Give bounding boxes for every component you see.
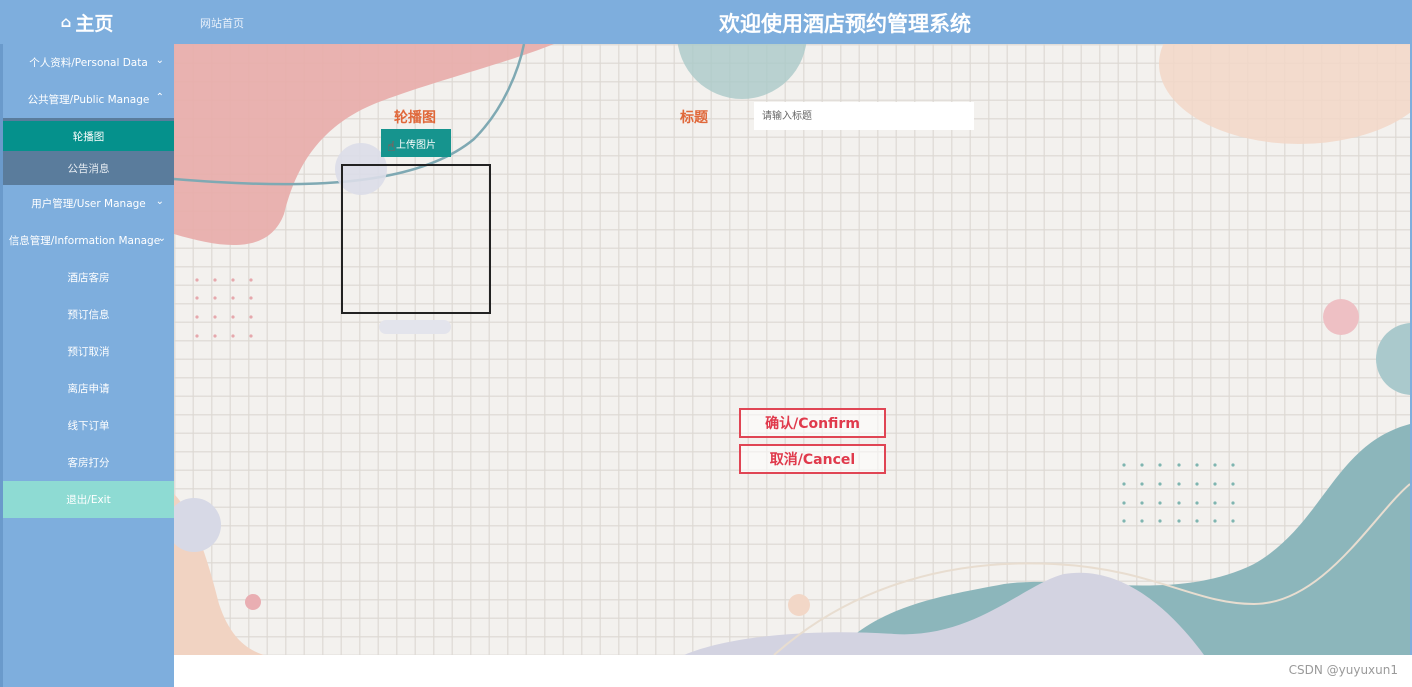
- sidebar-item-public-manage[interactable]: 公共管理/Public Manage ⌃: [3, 81, 174, 118]
- top-header: ⌂ 主页 网站首页 欢迎使用酒店预约管理系统: [0, 0, 1412, 44]
- sidebar-item-announcements[interactable]: 公告消息: [3, 151, 174, 185]
- watermark-text: CSDN @yuyuxun1: [1288, 663, 1398, 677]
- sidebar-item-bookings[interactable]: 预订信息: [3, 296, 174, 333]
- home-icon: ⌂: [60, 13, 72, 31]
- image-preview-box[interactable]: [341, 164, 491, 314]
- carousel-label: 轮播图: [394, 110, 436, 126]
- home-link[interactable]: ⌂ 主页: [0, 0, 174, 44]
- main-content: 轮播图 上传图片 ☝ 标题 确认/Confirm 取消/Cancel: [174, 44, 1410, 655]
- sidebar-item-label: 用户管理/User Manage: [31, 198, 146, 210]
- sidebar-item-label: 客房打分: [67, 457, 110, 469]
- sidebar-item-label: 个人资料/Personal Data: [29, 57, 148, 69]
- sidebar-item-booking-cancel[interactable]: 预订取消: [3, 333, 174, 370]
- title-label: 标题: [680, 110, 708, 126]
- sidebar-item-information-manage[interactable]: 信息管理/Information Manage ⌄: [3, 222, 174, 259]
- chevron-down-icon: ⌄: [155, 55, 164, 66]
- sidebar: 个人资料/Personal Data ⌄ 公共管理/Public Manage …: [0, 44, 174, 687]
- footer: CSDN @yuyuxun1: [174, 655, 1412, 687]
- chevron-down-icon: ⌄: [157, 233, 166, 244]
- sidebar-item-label: 离店申请: [67, 383, 110, 395]
- sidebar-item-checkout-request[interactable]: 离店申请: [3, 370, 174, 407]
- page-title: 欢迎使用酒店预约管理系统: [719, 12, 971, 36]
- sidebar-item-label: 退出/Exit: [66, 494, 111, 506]
- sidebar-item-personal-data[interactable]: 个人资料/Personal Data ⌄: [3, 44, 174, 81]
- sidebar-item-label: 线下订单: [67, 420, 110, 432]
- sidebar-item-exit[interactable]: 退出/Exit: [3, 481, 174, 518]
- sidebar-item-label: 轮播图: [72, 130, 105, 143]
- confirm-button[interactable]: 确认/Confirm: [739, 408, 886, 438]
- background-decoration: [174, 44, 1410, 655]
- sidebar-item-offline-orders[interactable]: 线下订单: [3, 407, 174, 444]
- title-input[interactable]: [754, 102, 974, 130]
- sidebar-item-label: 预订取消: [67, 346, 110, 358]
- sidebar-item-label: 预订信息: [67, 309, 110, 321]
- cancel-button[interactable]: 取消/Cancel: [739, 444, 886, 474]
- home-label: 主页: [75, 12, 114, 35]
- site-home-link[interactable]: 网站首页: [200, 15, 244, 31]
- sidebar-item-user-manage[interactable]: 用户管理/User Manage ⌄: [3, 185, 174, 222]
- sidebar-item-label: 酒店客房: [67, 272, 110, 284]
- sidebar-item-hotel-rooms[interactable]: 酒店客房: [3, 259, 174, 296]
- sidebar-item-carousel[interactable]: 轮播图: [3, 121, 174, 151]
- chevron-down-icon: ⌄: [155, 196, 164, 207]
- sidebar-item-label: 信息管理/Information Manage: [8, 235, 161, 247]
- sidebar-item-label: 公告消息: [67, 162, 110, 175]
- sidebar-item-room-rating[interactable]: 客房打分: [3, 444, 174, 481]
- chevron-up-icon: ⌃: [155, 92, 164, 103]
- hand-cursor-icon: ☝: [387, 139, 396, 155]
- sidebar-item-label: 公共管理/Public Manage: [27, 94, 150, 106]
